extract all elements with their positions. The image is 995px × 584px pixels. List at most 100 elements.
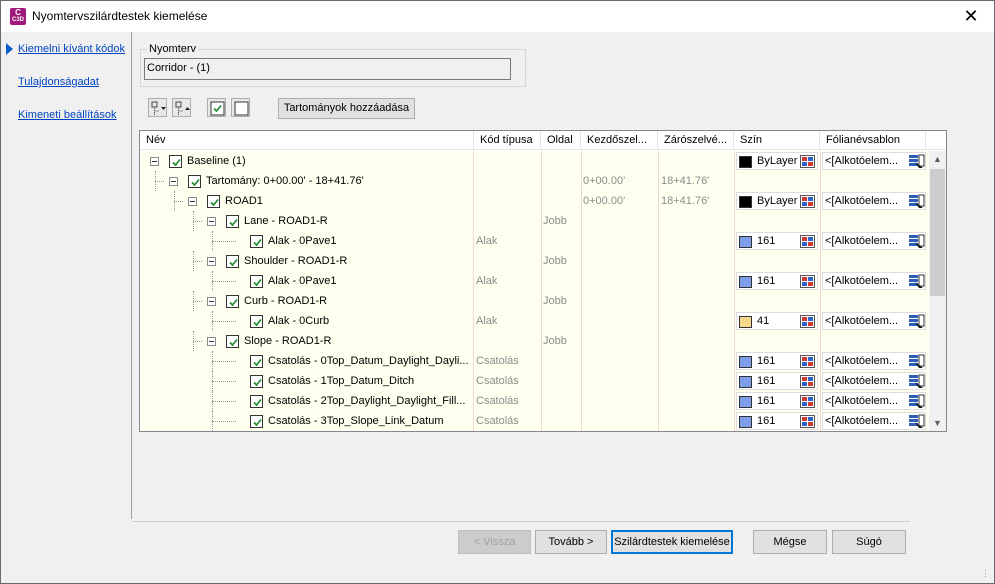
table-row[interactable]: Lane - ROAD1-R Jobb (140, 211, 929, 231)
collapse-icon[interactable] (207, 257, 216, 266)
extract-solids-button[interactable]: Szilárdtestek kiemelése (611, 530, 733, 554)
row-checkbox[interactable] (250, 375, 263, 388)
color-picker-icon[interactable] (800, 195, 815, 208)
column-header-color[interactable]: Szín (734, 131, 820, 150)
expand-all-button[interactable] (148, 98, 167, 117)
row-checkbox[interactable] (250, 395, 263, 408)
color-cell[interactable]: 161 (736, 412, 818, 430)
sidebar-item-codes[interactable]: Kiemelni kívánt kódok (18, 43, 125, 55)
color-cell[interactable]: 161 (736, 272, 818, 290)
layer-template-picker-icon[interactable] (908, 314, 925, 329)
back-button[interactable]: < Vissza (458, 530, 531, 554)
column-header-layer-template[interactable]: Fólianévsablon (820, 131, 926, 150)
table-row[interactable]: Csatolás - 2Top_Daylight_Daylight_Fill..… (140, 391, 929, 411)
color-picker-icon[interactable] (800, 355, 815, 368)
layer-template-cell[interactable]: <[Alkotóelem... (822, 312, 926, 330)
color-picker-icon[interactable] (800, 235, 815, 248)
sidebar-item-property-data[interactable]: Tulajdonságadat (18, 76, 99, 88)
next-button[interactable]: Tovább > (535, 530, 607, 554)
color-picker-icon[interactable] (800, 395, 815, 408)
table-row[interactable]: Shoulder - ROAD1-R Jobb (140, 251, 929, 271)
layer-template-cell[interactable]: <[Alkotóelem... (822, 152, 926, 170)
uncheck-all-button[interactable] (231, 98, 250, 117)
layer-template-picker-icon[interactable] (908, 194, 925, 209)
column-header-end-station[interactable]: Zárószelvé... (658, 131, 734, 150)
row-checkbox[interactable] (226, 335, 239, 348)
grid-vertical-scrollbar[interactable]: ▲ ▼ (929, 151, 946, 431)
layer-template-picker-icon[interactable] (908, 354, 925, 369)
layer-template-cell[interactable]: <[Alkotóelem... (822, 272, 926, 290)
table-row[interactable]: Baseline (1) ByLayer <[Alkotóelem... (140, 151, 929, 171)
color-picker-icon[interactable] (800, 315, 815, 328)
table-row[interactable]: Csatolás - 1Top_Datum_Ditch Csatolás 161 <[… (140, 371, 929, 391)
resize-grip-icon[interactable]: ⋮ (981, 568, 990, 579)
close-icon[interactable]: ✕ (948, 1, 994, 31)
collapse-icon[interactable] (207, 217, 216, 226)
column-header-name[interactable]: Név (140, 131, 474, 150)
table-row[interactable]: Alak - 0Pave1 Alak 161 <[Alkotóelem... (140, 271, 929, 291)
row-checkbox[interactable] (250, 315, 263, 328)
layer-template-cell[interactable]: <[Alkotóelem... (822, 372, 926, 390)
check-all-button[interactable] (207, 98, 226, 117)
table-row[interactable]: Alak - 0Pave1 Alak 161 <[Alkotóelem... (140, 231, 929, 251)
layer-template-picker-icon[interactable] (908, 234, 925, 249)
row-checkbox[interactable] (250, 355, 263, 368)
row-checkbox[interactable] (250, 275, 263, 288)
collapse-icon[interactable] (207, 337, 216, 346)
table-row[interactable]: Csatolás - 3Top_Slope_Link_Datum Csatolás… (140, 411, 929, 431)
table-row[interactable]: Slope - ROAD1-R Jobb (140, 331, 929, 351)
layer-template-cell[interactable]: <[Alkotóelem... (822, 392, 926, 410)
table-row[interactable]: Csatolás - 0Top_Datum_Daylight_Dayli... C… (140, 351, 929, 371)
column-header-code-type[interactable]: Kód típusa (474, 131, 541, 150)
layer-template-picker-icon[interactable] (908, 154, 925, 169)
collapse-icon[interactable] (207, 297, 216, 306)
row-checkbox[interactable] (250, 415, 263, 428)
column-header-side[interactable]: Oldal (541, 131, 581, 150)
row-checkbox[interactable] (207, 195, 220, 208)
collapse-icon[interactable] (169, 177, 178, 186)
layer-template-cell[interactable]: <[Alkotóelem... (822, 192, 926, 210)
row-checkbox[interactable] (169, 155, 182, 168)
color-cell[interactable]: 161 (736, 372, 818, 390)
collapse-all-button[interactable] (172, 98, 191, 117)
row-checkbox[interactable] (226, 215, 239, 228)
corridor-field[interactable]: Corridor - (1) (144, 58, 511, 80)
color-picker-icon[interactable] (800, 375, 815, 388)
collapse-icon[interactable] (150, 157, 159, 166)
layer-template-picker-icon[interactable] (908, 374, 925, 389)
table-row[interactable]: Tartomány: 0+00.00' - 18+41.76' 0+00.00' 1… (140, 171, 929, 191)
color-cell[interactable]: 161 (736, 232, 818, 250)
layer-template-picker-icon[interactable] (908, 414, 925, 429)
scroll-thumb[interactable] (930, 169, 945, 296)
color-picker-icon[interactable] (800, 155, 815, 168)
help-button[interactable]: Súgó (832, 530, 906, 554)
layer-template-picker-icon[interactable] (908, 394, 925, 409)
layer-template-cell[interactable]: <[Alkotóelem... (822, 232, 926, 250)
color-picker-icon[interactable] (800, 415, 815, 428)
color-cell[interactable]: 161 (736, 392, 818, 410)
collapse-icon[interactable] (188, 197, 197, 206)
row-checkbox[interactable] (226, 295, 239, 308)
sidebar-item-output-settings[interactable]: Kimeneti beállítások (18, 109, 116, 121)
layer-template-cell[interactable]: <[Alkotóelem... (822, 352, 926, 370)
table-row[interactable]: Curb - ROAD1-R Jobb (140, 291, 929, 311)
layer-template-value: <[Alkotóelem... (825, 375, 899, 387)
row-checkbox[interactable] (188, 175, 201, 188)
scroll-up-icon[interactable]: ▲ (929, 151, 946, 168)
cancel-button[interactable]: Mégse (753, 530, 827, 554)
row-checkbox[interactable] (250, 235, 263, 248)
color-cell[interactable]: 41 (736, 312, 818, 330)
layer-template-cell[interactable]: <[Alkotóelem... (822, 412, 926, 430)
column-header-start-station[interactable]: Kezdőszel... (581, 131, 658, 150)
color-cell[interactable]: ByLayer (736, 152, 818, 170)
table-row[interactable]: ROAD1 0+00.00' 18+41.76' ByLayer <[Alkotóele… (140, 191, 929, 211)
color-picker-icon[interactable] (800, 275, 815, 288)
color-cell[interactable]: ByLayer (736, 192, 818, 210)
row-checkbox[interactable] (226, 255, 239, 268)
layer-template-picker-icon[interactable] (908, 274, 925, 289)
row-code-type: Csatolás (476, 355, 519, 367)
add-ranges-button[interactable]: Tartományok hozzáadása (278, 98, 415, 119)
color-cell[interactable]: 161 (736, 352, 818, 370)
scroll-down-icon[interactable]: ▼ (929, 415, 946, 431)
table-row[interactable]: Alak - 0Curb Alak 41 <[Alkotóelem... (140, 311, 929, 331)
